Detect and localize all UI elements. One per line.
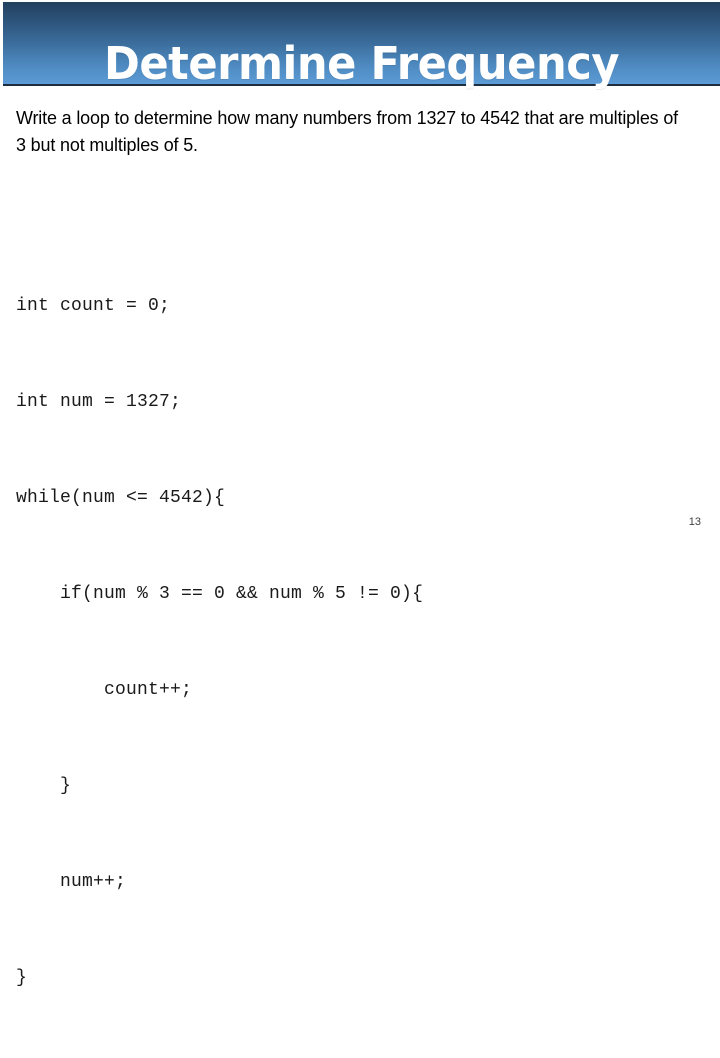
code-line: num++;	[16, 872, 127, 892]
code-block: int count = 0; int num = 1327; while(num…	[16, 226, 706, 1058]
slide: Determine Frequency Write a loop to dete…	[0, 0, 720, 988]
code-line: }	[16, 968, 28, 988]
code-line: int num = 1327;	[16, 392, 182, 412]
body-paragraph: Write a loop to determine how many numbe…	[16, 107, 679, 155]
title-banner: Determine Frequency	[3, 2, 720, 86]
code-line: if(num % 3 == 0 && num % 5 != 0){	[16, 584, 424, 604]
code-line: }	[16, 776, 72, 796]
page-number: 13	[688, 516, 701, 528]
code-line: count++;	[16, 680, 193, 700]
code-line: while(num <= 4542){	[16, 488, 226, 508]
code-line: int count = 0;	[16, 296, 171, 316]
page-title: Determine Frequency	[103, 37, 620, 90]
